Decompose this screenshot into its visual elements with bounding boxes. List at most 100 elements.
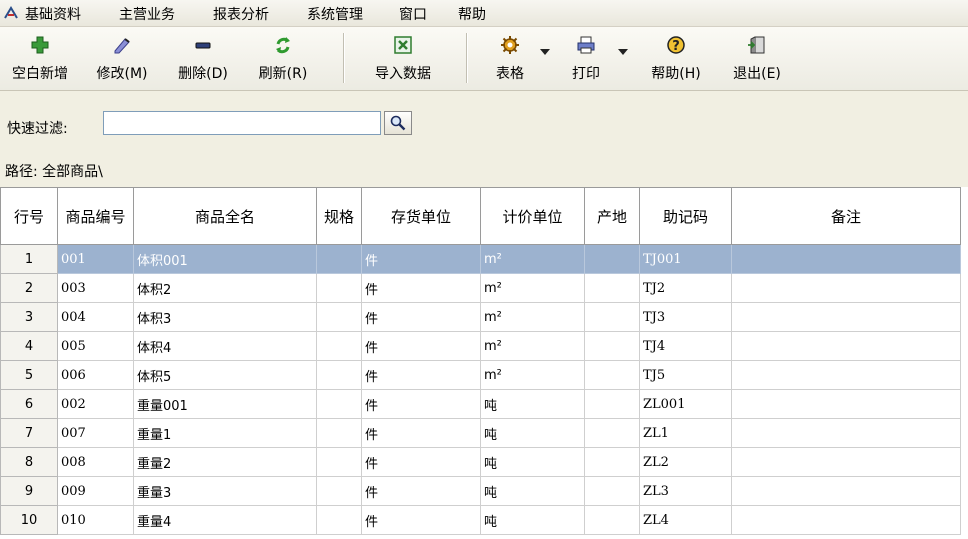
mnemonic-cell[interactable]: TJ5 <box>639 360 732 390</box>
column-header-remarks[interactable]: 备注 <box>731 187 961 245</box>
remarks-cell[interactable] <box>731 302 961 332</box>
price-unit-cell[interactable]: m² <box>480 244 585 274</box>
table-row[interactable]: 1 001 体积001 件 m² TJ001 <box>0 244 961 274</box>
refresh-button[interactable]: 刷新(R) <box>246 29 320 87</box>
origin-cell[interactable] <box>584 476 640 506</box>
help-button[interactable]: ? 帮助(H) <box>640 29 712 87</box>
product-name-cell[interactable]: 重量1 <box>133 418 317 448</box>
table-row[interactable]: 7 007 重量1 件吨 ZL1 <box>0 418 961 448</box>
price-unit-cell[interactable]: 吨 <box>480 389 585 419</box>
row-number-cell[interactable]: 1 <box>0 244 58 274</box>
product-name-cell[interactable]: 体积2 <box>133 273 317 303</box>
remarks-cell[interactable] <box>731 505 961 535</box>
spec-cell[interactable] <box>316 331 362 361</box>
origin-cell[interactable] <box>584 273 640 303</box>
stock-unit-cell[interactable]: 件 <box>361 302 481 332</box>
row-number-cell[interactable]: 9 <box>0 476 58 506</box>
remarks-cell[interactable] <box>731 447 961 477</box>
menu-window[interactable]: 窗口 <box>399 4 427 24</box>
price-unit-cell[interactable]: 吨 <box>480 418 585 448</box>
spec-cell[interactable] <box>316 505 362 535</box>
spec-cell[interactable] <box>316 244 362 274</box>
price-unit-cell[interactable]: 吨 <box>480 447 585 477</box>
origin-cell[interactable] <box>584 302 640 332</box>
product-name-cell[interactable]: 体积3 <box>133 302 317 332</box>
print-button[interactable]: 打印 <box>564 29 608 87</box>
mnemonic-cell[interactable]: TJ2 <box>639 273 732 303</box>
mnemonic-cell[interactable]: ZL1 <box>639 418 732 448</box>
mnemonic-cell[interactable]: ZL001 <box>639 389 732 419</box>
price-unit-cell[interactable]: 吨 <box>480 476 585 506</box>
spec-cell[interactable] <box>316 447 362 477</box>
delete-button[interactable]: 删除(D) <box>166 29 240 87</box>
origin-cell[interactable] <box>584 389 640 419</box>
product-code-cell[interactable]: 004 <box>57 302 134 332</box>
remarks-cell[interactable] <box>731 331 961 361</box>
spec-cell[interactable] <box>316 418 362 448</box>
new-button[interactable]: 空白新增 <box>2 29 78 87</box>
table-row[interactable]: 2 003 体积2 件 m² TJ2 <box>0 273 961 303</box>
product-code-cell[interactable]: 007 <box>57 418 134 448</box>
origin-cell[interactable] <box>584 505 640 535</box>
column-header-product-name[interactable]: 商品全名 <box>133 187 317 245</box>
stock-unit-cell[interactable]: 件 <box>361 418 481 448</box>
mnemonic-cell[interactable]: ZL2 <box>639 447 732 477</box>
mnemonic-cell[interactable]: TJ3 <box>639 302 732 332</box>
menu-report-analysis[interactable]: 报表分析 <box>213 4 269 24</box>
table-row[interactable]: 5 006 体积5 件 m² TJ5 <box>0 360 961 390</box>
row-number-cell[interactable]: 2 <box>0 273 58 303</box>
column-header-price-unit[interactable]: 计价单位 <box>480 187 585 245</box>
product-code-cell[interactable]: 003 <box>57 273 134 303</box>
quick-filter-input[interactable] <box>103 111 381 135</box>
stock-unit-cell[interactable]: 件 <box>361 447 481 477</box>
stock-unit-cell[interactable]: 件 <box>361 389 481 419</box>
origin-cell[interactable] <box>584 244 640 274</box>
remarks-cell[interactable] <box>731 389 961 419</box>
column-header-origin[interactable]: 产地 <box>584 187 640 245</box>
origin-cell[interactable] <box>584 360 640 390</box>
column-header-row-number[interactable]: 行号 <box>0 187 58 245</box>
row-number-cell[interactable]: 7 <box>0 418 58 448</box>
stock-unit-cell[interactable]: 件 <box>361 244 481 274</box>
product-code-cell[interactable]: 010 <box>57 505 134 535</box>
exit-button[interactable]: 退出(E) <box>720 29 794 87</box>
row-number-cell[interactable]: 4 <box>0 331 58 361</box>
product-name-cell[interactable]: 重量2 <box>133 447 317 477</box>
menu-basic-data[interactable]: 基础资料 <box>25 4 81 24</box>
origin-cell[interactable] <box>584 447 640 477</box>
column-header-stock-unit[interactable]: 存货单位 <box>361 187 481 245</box>
product-code-cell[interactable]: 005 <box>57 331 134 361</box>
origin-cell[interactable] <box>584 331 640 361</box>
spec-cell[interactable] <box>316 360 362 390</box>
product-code-cell[interactable]: 006 <box>57 360 134 390</box>
spec-cell[interactable] <box>316 302 362 332</box>
product-name-cell[interactable]: 体积5 <box>133 360 317 390</box>
menu-main-business[interactable]: 主营业务 <box>119 4 175 24</box>
product-name-cell[interactable]: 体积001 <box>133 244 317 274</box>
remarks-cell[interactable] <box>731 476 961 506</box>
stock-unit-cell[interactable]: 件 <box>361 505 481 535</box>
row-number-cell[interactable]: 8 <box>0 447 58 477</box>
origin-cell[interactable] <box>584 418 640 448</box>
table-dropdown[interactable] <box>538 29 552 87</box>
row-number-cell[interactable]: 3 <box>0 302 58 332</box>
product-name-cell[interactable]: 重量3 <box>133 476 317 506</box>
table-row[interactable]: 9 009 重量3 件吨 ZL3 <box>0 476 961 506</box>
row-number-cell[interactable]: 6 <box>0 389 58 419</box>
product-code-cell[interactable]: 002 <box>57 389 134 419</box>
mnemonic-cell[interactable]: ZL4 <box>639 505 732 535</box>
spec-cell[interactable] <box>316 389 362 419</box>
edit-button[interactable]: 修改(M) <box>86 29 158 87</box>
column-header-product-code[interactable]: 商品编号 <box>57 187 134 245</box>
remarks-cell[interactable] <box>731 244 961 274</box>
search-button[interactable] <box>384 111 412 135</box>
table-row[interactable]: 6 002 重量001 件吨 ZL001 <box>0 389 961 419</box>
product-code-cell[interactable]: 009 <box>57 476 134 506</box>
product-code-cell[interactable]: 001 <box>57 244 134 274</box>
menu-help[interactable]: 帮助 <box>458 4 486 24</box>
price-unit-cell[interactable]: m² <box>480 360 585 390</box>
column-header-mnemonic[interactable]: 助记码 <box>639 187 732 245</box>
product-name-cell[interactable]: 重量001 <box>133 389 317 419</box>
price-unit-cell[interactable]: m² <box>480 302 585 332</box>
row-number-cell[interactable]: 10 <box>0 505 58 535</box>
